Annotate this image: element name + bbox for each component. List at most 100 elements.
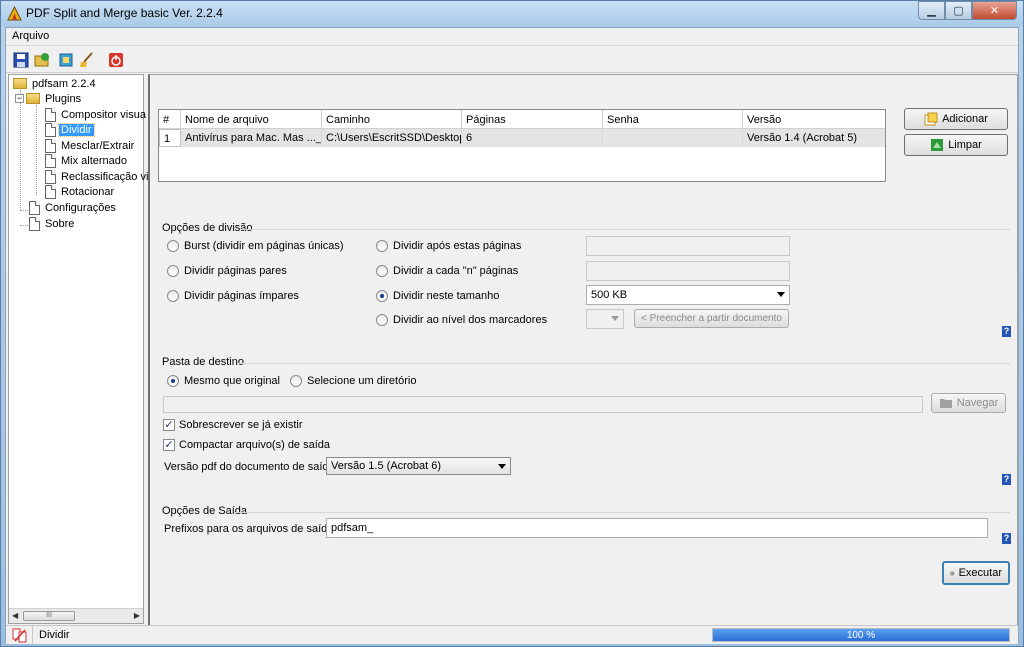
radio-by-bookmarks[interactable]: Dividir ao nível dos marcadores (376, 314, 547, 326)
every-n-pages-input[interactable] (586, 261, 790, 281)
tree-horizontal-scrollbar[interactable]: ◀ III ▶ (9, 608, 143, 623)
column-header[interactable]: Nome de arquivo (181, 110, 322, 129)
tree-item-label: Sobre (45, 217, 75, 230)
table-cell[interactable]: 6 (462, 129, 603, 147)
document-icon (29, 216, 40, 231)
pdf-version-label: Versão pdf do documento de saída: (164, 461, 338, 473)
column-header[interactable]: Versão (743, 110, 885, 129)
prefix-input[interactable]: pdfsam_ (326, 518, 988, 538)
radio-dot-selected (376, 290, 388, 302)
tree-root[interactable]: pdfsam 2.2.4 (13, 76, 98, 91)
split-icon (12, 628, 27, 643)
exit-icon[interactable] (107, 51, 125, 69)
table-cell[interactable]: C:\Users\EscritSSD\Desktop... (322, 129, 462, 147)
destination-path-input[interactable] (163, 396, 923, 413)
table-cell[interactable]: Antivírus para Mac. Mas ..._ ... (181, 129, 322, 147)
tree-item-label: Compositor visua (61, 108, 146, 121)
radio-dot (290, 375, 302, 387)
close-button[interactable]: ✕ (972, 1, 1017, 20)
help-icon[interactable]: ? (1002, 474, 1011, 485)
radio-same-as-source[interactable]: Mesmo que original (167, 375, 280, 387)
column-header[interactable]: Senha (603, 110, 743, 129)
table-cell[interactable]: Versão 1.4 (Acrobat 5) (743, 129, 885, 147)
radio-label: Mesmo que original (184, 375, 280, 387)
tree-item-visual-reorder[interactable]: Reclassificação vis (45, 169, 156, 184)
tree-item-merge[interactable]: Mesclar/Extrair (45, 138, 136, 153)
compress-checkbox[interactable]: ✓ Compactar arquivo(s) de saída (163, 439, 330, 451)
radio-split-after[interactable]: Dividir após estas páginas (376, 240, 521, 252)
progress-text: 100 % (846, 630, 876, 641)
window-title: PDF Split and Merge basic Ver. 2.2.4 (26, 6, 223, 20)
radio-choose-directory[interactable]: Selecione um diretório (290, 375, 416, 387)
column-header[interactable]: Páginas (462, 110, 603, 129)
minimize-button[interactable]: ▁ (918, 1, 945, 20)
tree-item-alternate-mix[interactable]: Mix alternado (45, 153, 129, 168)
radio-dot-selected (167, 375, 179, 387)
environment-icon[interactable] (58, 51, 76, 69)
save-icon[interactable] (12, 51, 30, 69)
open-icon[interactable] (33, 51, 51, 69)
add-button[interactable]: Adicionar (904, 108, 1008, 130)
client-area: Arquivo pdfsam 2.2.4 − Plugins Composito… (5, 27, 1019, 644)
chevron-down-icon (611, 316, 619, 321)
radio-dot (167, 265, 179, 277)
scroll-right-icon[interactable]: ▶ (134, 611, 140, 620)
pdf-version-combo[interactable]: Versão 1.5 (Acrobat 6) (326, 457, 511, 475)
bookmark-level-combo[interactable] (586, 309, 624, 329)
clear-list-icon (931, 139, 944, 151)
split-after-pages-input[interactable] (586, 236, 790, 256)
overwrite-checkbox[interactable]: ✓ Sobrescrever se já existir (163, 419, 303, 431)
help-icon[interactable]: ? (1002, 533, 1011, 544)
radio-label: Dividir a cada "n" páginas (393, 265, 519, 277)
radio-even-pages[interactable]: Dividir páginas pares (167, 265, 287, 277)
radio-label: Dividir páginas ímpares (184, 290, 299, 302)
clear-icon[interactable] (78, 51, 96, 69)
column-header[interactable]: Caminho (322, 110, 462, 129)
tree-item-compositor[interactable]: Compositor visua (45, 107, 148, 122)
split-size-value: 500 KB (591, 289, 628, 301)
tree-item-settings[interactable]: Configurações (29, 200, 118, 215)
tree-item-about[interactable]: Sobre (29, 216, 76, 231)
table-cell[interactable] (603, 129, 743, 147)
toolbar (6, 47, 1018, 73)
scrollbar-thumb[interactable]: III (23, 611, 75, 621)
status-text: Dividir (39, 629, 70, 641)
run-button-label: Executar (958, 567, 1002, 579)
clear-button[interactable]: Limpar (904, 134, 1008, 156)
run-button[interactable]: Executar (942, 561, 1010, 585)
collapse-icon[interactable]: − (15, 94, 24, 103)
document-icon (45, 138, 56, 153)
radio-label: Dividir páginas pares (184, 265, 287, 277)
destination-title: Pasta de destino (162, 356, 244, 368)
folder-icon (13, 78, 27, 89)
tree-item-split[interactable]: Dividir (45, 122, 95, 137)
title-bar[interactable]: PDF Split and Merge basic Ver. 2.2.4 ▁ ▢… (1, 1, 1023, 27)
tree-item-rotate[interactable]: Rotacionar (45, 184, 116, 199)
clear-button-label: Limpar (948, 139, 982, 151)
tree-plugins[interactable]: − Plugins (15, 91, 83, 106)
browse-button[interactable]: Navegar (931, 393, 1006, 413)
file-table[interactable]: # Nome de arquivo Caminho Páginas Senha … (158, 109, 886, 182)
maximize-button[interactable]: ▢ (945, 1, 972, 20)
checkmark-icon: ✓ (163, 439, 175, 451)
help-icon[interactable]: ? (1002, 326, 1011, 337)
scroll-left-icon[interactable]: ◀ (12, 611, 18, 620)
add-file-icon (924, 112, 938, 126)
table-cell[interactable]: 1 (159, 129, 181, 147)
menu-bar: Arquivo (6, 28, 1018, 46)
document-icon (45, 122, 56, 137)
split-size-combo[interactable]: 500 KB (586, 285, 790, 305)
fill-from-document-button[interactable]: < Preencher a partir documento (634, 309, 789, 328)
plugin-tree: pdfsam 2.2.4 − Plugins Compositor visua … (8, 74, 154, 624)
browse-button-label: Navegar (956, 397, 999, 409)
document-icon (45, 184, 56, 199)
column-header[interactable]: # (159, 110, 181, 129)
radio-odd-pages[interactable]: Dividir páginas ímpares (167, 290, 299, 302)
document-icon (45, 153, 56, 168)
document-icon (29, 200, 40, 215)
menu-file[interactable]: Arquivo (12, 30, 49, 42)
radio-every-n[interactable]: Dividir a cada "n" páginas (376, 265, 518, 277)
radio-by-size[interactable]: Dividir neste tamanho (376, 290, 499, 302)
radio-label: Selecione um diretório (307, 375, 417, 387)
radio-burst[interactable]: Burst (dividir em páginas únicas) (167, 240, 344, 252)
